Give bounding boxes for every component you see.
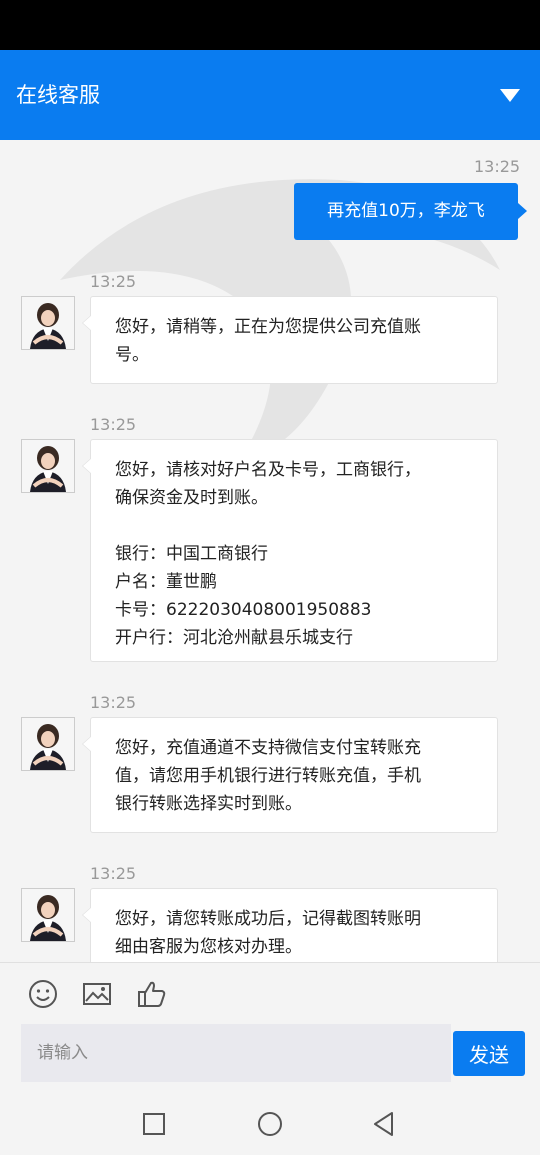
agent-avatar-icon [22, 297, 74, 349]
composer: 发送 [0, 1022, 540, 1090]
message-text: 确保资金及时到账。 [115, 488, 268, 508]
send-button[interactable]: 发送 [453, 1031, 525, 1076]
thumbs-up-icon[interactable] [136, 978, 168, 1010]
card-number: 卡号：6222030408001950883 [115, 600, 372, 620]
composer-toolbar [0, 962, 540, 1022]
message-text: 您好，请核对好户名及卡号，工商银行， [115, 460, 421, 480]
agent-avatar-icon [22, 440, 74, 492]
agent-avatar-icon [22, 889, 74, 941]
back-icon[interactable] [370, 1110, 398, 1138]
message-time: 13:25 [90, 864, 137, 883]
message-text: 您好，请稍等，正在为您提供公司充值账 [115, 317, 421, 337]
header: 在线客服 [0, 50, 540, 140]
status-bar [0, 0, 540, 50]
avatar[interactable] [21, 717, 75, 771]
agent-avatar-icon [22, 718, 74, 770]
message-text: 银行转账选择实时到账。 [115, 794, 302, 814]
message-time: 13:25 [90, 272, 137, 291]
chat-area[interactable]: 13:25 再充值10万，李龙飞 13:25 您好，请稍等，正在为您提供公司充值… [0, 140, 540, 962]
incoming-message[interactable]: 您好，充值通道不支持微信支付宝转账充 值，请您用手机银行进行转账充值，手机 银行… [82, 717, 498, 833]
outgoing-message[interactable]: 再充值10万，李龙飞 [294, 183, 527, 240]
message-time: 13:25 [474, 157, 521, 176]
page-title: 在线客服 [16, 83, 100, 107]
incoming-message[interactable]: 您好，请您转账成功后，记得截图转账明 细由客服为您核对办理。 [82, 888, 498, 962]
system-nav-bar [0, 1090, 540, 1155]
home-icon[interactable] [256, 1110, 284, 1138]
message-time: 13:25 [90, 693, 137, 712]
recent-apps-icon[interactable] [140, 1110, 168, 1138]
bank-branch: 开户行：河北沧州献县乐城支行 [115, 628, 353, 648]
message-text: 细由客服为您核对办理。 [115, 937, 302, 957]
message-time: 13:25 [90, 415, 137, 434]
message-text: 值，请您用手机银行进行转账充值，手机 [115, 766, 421, 786]
avatar[interactable] [21, 888, 75, 942]
message-text: 您好，充值通道不支持微信支付宝转账充 [115, 738, 421, 758]
message-text: 号。 [115, 345, 149, 365]
avatar[interactable] [21, 439, 75, 493]
incoming-message[interactable]: 您好，请稍等，正在为您提供公司充值账 号。 [82, 296, 498, 384]
bank-name: 银行：中国工商银行 [115, 544, 268, 564]
incoming-message[interactable]: 您好，请核对好户名及卡号，工商银行， 确保资金及时到账。 银行：中国工商银行 户… [82, 439, 498, 662]
image-icon[interactable] [81, 978, 113, 1010]
message-text: 您好，请您转账成功后，记得截图转账明 [115, 909, 421, 929]
avatar[interactable] [21, 296, 75, 350]
message-input[interactable] [21, 1024, 451, 1082]
account-name: 户名：董世鹏 [115, 572, 217, 592]
caret-down-icon[interactable] [500, 89, 520, 103]
emoji-icon[interactable] [27, 978, 59, 1010]
